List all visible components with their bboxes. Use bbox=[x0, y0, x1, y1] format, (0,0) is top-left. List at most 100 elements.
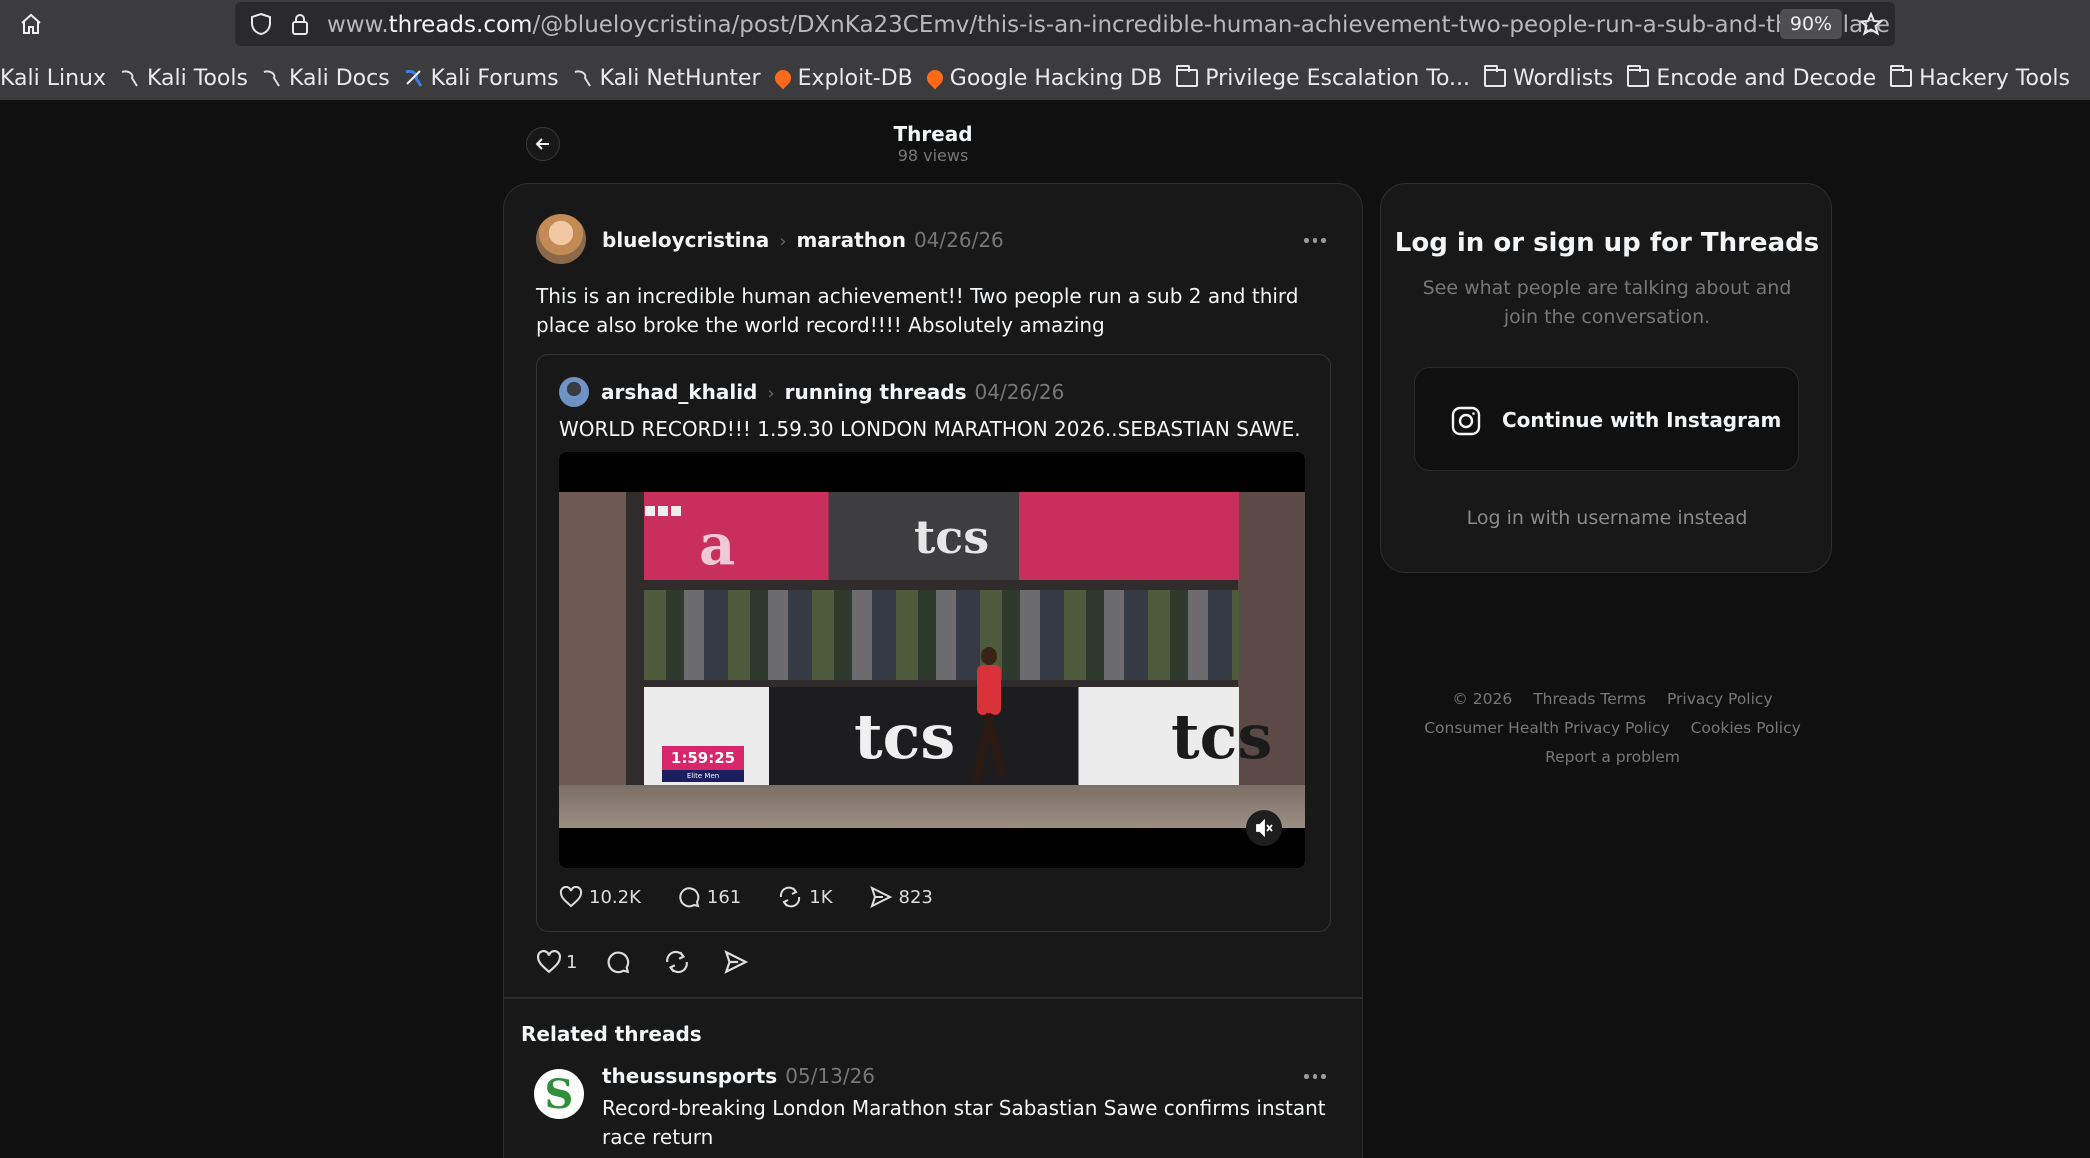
sponsor-logo: a bbox=[699, 512, 736, 578]
kali-forums-icon bbox=[404, 68, 424, 88]
share-button[interactable]: 823 bbox=[869, 885, 933, 909]
bookmark-kali-nethunter[interactable]: Kali NetHunter bbox=[573, 66, 765, 91]
folder-icon bbox=[1176, 65, 1199, 87]
bookmark-exploit-db[interactable]: Exploit-DB bbox=[771, 65, 917, 91]
page-title: Thread bbox=[893, 122, 973, 146]
address-bar[interactable]: www.threads.com/@blueloycristina/post/DX… bbox=[235, 2, 1895, 46]
repost-button[interactable] bbox=[663, 949, 695, 975]
login-subtitle: See what people are talking about and jo… bbox=[1422, 277, 1792, 328]
like-count: 1 bbox=[566, 951, 578, 973]
bookmark-label: Privilege Escalation To... bbox=[1205, 65, 1470, 91]
bookmark-label: Hackery Tools bbox=[1919, 65, 2071, 91]
sponsor-logo: tcs bbox=[1171, 700, 1273, 773]
bookmark-label: Exploit-DB bbox=[797, 65, 913, 91]
back-button[interactable] bbox=[526, 127, 560, 161]
bookmark-encode-decode[interactable]: Encode and Decode bbox=[1627, 65, 1880, 91]
quoted-post-stats: 10.2K 161 1K 823 bbox=[559, 885, 969, 909]
related-date: 05/13/26 bbox=[785, 1064, 876, 1088]
bookmark-kali-forums[interactable]: Kali Forums bbox=[404, 66, 563, 91]
footer-terms-link[interactable]: Threads Terms bbox=[1533, 690, 1646, 708]
related-post-header: theussunsports 05/13/26 bbox=[602, 1064, 875, 1088]
sponsor-logo: tcs bbox=[914, 510, 990, 564]
comment-icon bbox=[607, 951, 630, 974]
repost-icon bbox=[780, 886, 801, 908]
home-icon[interactable] bbox=[14, 9, 48, 39]
zoom-level[interactable]: 90% bbox=[1780, 9, 1842, 39]
bookmark-kali-tools[interactable]: Kali Tools bbox=[120, 66, 252, 91]
related-post-text[interactable]: Record-breaking London Marathon star Sab… bbox=[602, 1094, 1332, 1152]
race-clock: 1:59:25 Elite Men bbox=[662, 746, 744, 786]
heart-icon bbox=[537, 950, 561, 974]
send-icon bbox=[724, 950, 749, 974]
race-clock-caption: Elite Men bbox=[662, 770, 744, 782]
reply-button[interactable] bbox=[605, 949, 635, 975]
post-username[interactable]: blueloycristina bbox=[602, 228, 769, 252]
view-count: 98 views bbox=[897, 146, 969, 165]
quoted-post-header: arshad_khalid › running threads 04/26/26 bbox=[601, 380, 1064, 404]
bookmark-label: Kali Forums bbox=[430, 65, 559, 91]
post-topic[interactable]: marathon bbox=[796, 228, 905, 252]
comment-icon bbox=[679, 887, 700, 908]
avatar[interactable] bbox=[559, 377, 589, 407]
footer-health-privacy-link[interactable]: Consumer Health Privacy Policy bbox=[1424, 719, 1669, 737]
exploit-db-icon bbox=[923, 66, 947, 90]
url-path: /@blueloycristina/post/DXnKa23CEmv/this-… bbox=[532, 12, 1890, 38]
footer-privacy-link[interactable]: Privacy Policy bbox=[1667, 690, 1773, 708]
crowd-area bbox=[644, 590, 1239, 680]
bookmark-hackery-tools[interactable]: Hackery Tools bbox=[1890, 65, 2074, 91]
continue-with-instagram-button[interactable]: Continue with Instagram bbox=[1414, 367, 1799, 471]
footer-report-link[interactable]: Report a problem bbox=[1545, 748, 1680, 766]
login-username-link[interactable]: Log in with username instead bbox=[1381, 507, 1833, 529]
section-divider bbox=[504, 997, 1362, 999]
quoted-post[interactable]: arshad_khalid › running threads 04/26/26… bbox=[536, 354, 1331, 932]
thread-feed: blueloycristina › marathon 04/26/26 This… bbox=[503, 183, 1363, 1158]
like-button[interactable]: 10.2K bbox=[559, 886, 641, 908]
bookmark-wordlists[interactable]: Wordlists bbox=[1484, 65, 1617, 91]
like-button[interactable]: 1 bbox=[536, 950, 577, 974]
bookmark-label: Kali Docs bbox=[288, 65, 390, 91]
login-title: Log in or sign up for Threads bbox=[1394, 228, 1820, 258]
video-player[interactable]: a tcs tcs tcs 1:59:25 Elite Men bbox=[559, 452, 1305, 868]
related-threads-heading: Related threads bbox=[521, 1022, 702, 1046]
post-date: 04/26/26 bbox=[913, 228, 1004, 252]
bookmark-label: Google Hacking DB bbox=[949, 65, 1163, 91]
footer-copyright: © 2026 bbox=[1452, 690, 1513, 708]
mute-button[interactable] bbox=[1246, 810, 1282, 846]
bookmark-google-hacking-db[interactable]: Google Hacking DB bbox=[923, 65, 1166, 91]
bookmark-privilege-escalation[interactable]: Privilege Escalation To... bbox=[1176, 65, 1474, 91]
bookmark-kali-docs[interactable]: Kali Docs bbox=[262, 66, 394, 91]
bookmark-label: Kali Tools bbox=[147, 65, 248, 91]
folder-icon bbox=[1890, 65, 1913, 87]
chevron-right-icon: › bbox=[779, 231, 787, 252]
avatar[interactable] bbox=[536, 214, 586, 264]
avatar[interactable]: S bbox=[534, 1069, 584, 1119]
share-button[interactable] bbox=[723, 949, 753, 975]
bookmark-kali-linux[interactable]: Kali Linux bbox=[0, 66, 110, 91]
bookmark-label: Encode and Decode bbox=[1656, 65, 1877, 91]
like-count: 10.2K bbox=[589, 886, 641, 908]
quoted-topic[interactable]: running threads bbox=[785, 380, 967, 404]
more-options-icon[interactable] bbox=[1304, 238, 1326, 243]
footer-cookies-link[interactable]: Cookies Policy bbox=[1691, 719, 1801, 737]
instagram-button-label: Continue with Instagram bbox=[1502, 408, 1782, 432]
more-options-icon[interactable] bbox=[1304, 1074, 1326, 1079]
lock-icon[interactable] bbox=[287, 10, 313, 38]
repost-icon bbox=[666, 950, 689, 974]
reply-count: 161 bbox=[706, 886, 742, 908]
broadcaster-logo bbox=[645, 506, 681, 516]
kali-dragon-icon bbox=[573, 68, 593, 88]
related-username[interactable]: theussunsports bbox=[602, 1064, 777, 1088]
threads-page: Thread 98 views blueloycristina › marath… bbox=[0, 100, 2090, 1158]
shield-icon[interactable] bbox=[247, 10, 275, 38]
repost-button[interactable]: 1K bbox=[777, 885, 833, 909]
speaker-muted-icon bbox=[1256, 818, 1273, 838]
url-text[interactable]: www.threads.com/@blueloycristina/post/DX… bbox=[327, 12, 1890, 38]
kali-dragon-icon bbox=[120, 68, 140, 88]
bookmark-star-icon[interactable] bbox=[1855, 9, 1887, 39]
quoted-date: 04/26/26 bbox=[974, 380, 1065, 404]
url-prefix: www. bbox=[327, 12, 389, 38]
reply-button[interactable]: 161 bbox=[677, 885, 741, 909]
folder-icon bbox=[1627, 65, 1650, 87]
arrow-left-icon bbox=[535, 138, 549, 150]
quoted-username[interactable]: arshad_khalid bbox=[601, 380, 757, 404]
